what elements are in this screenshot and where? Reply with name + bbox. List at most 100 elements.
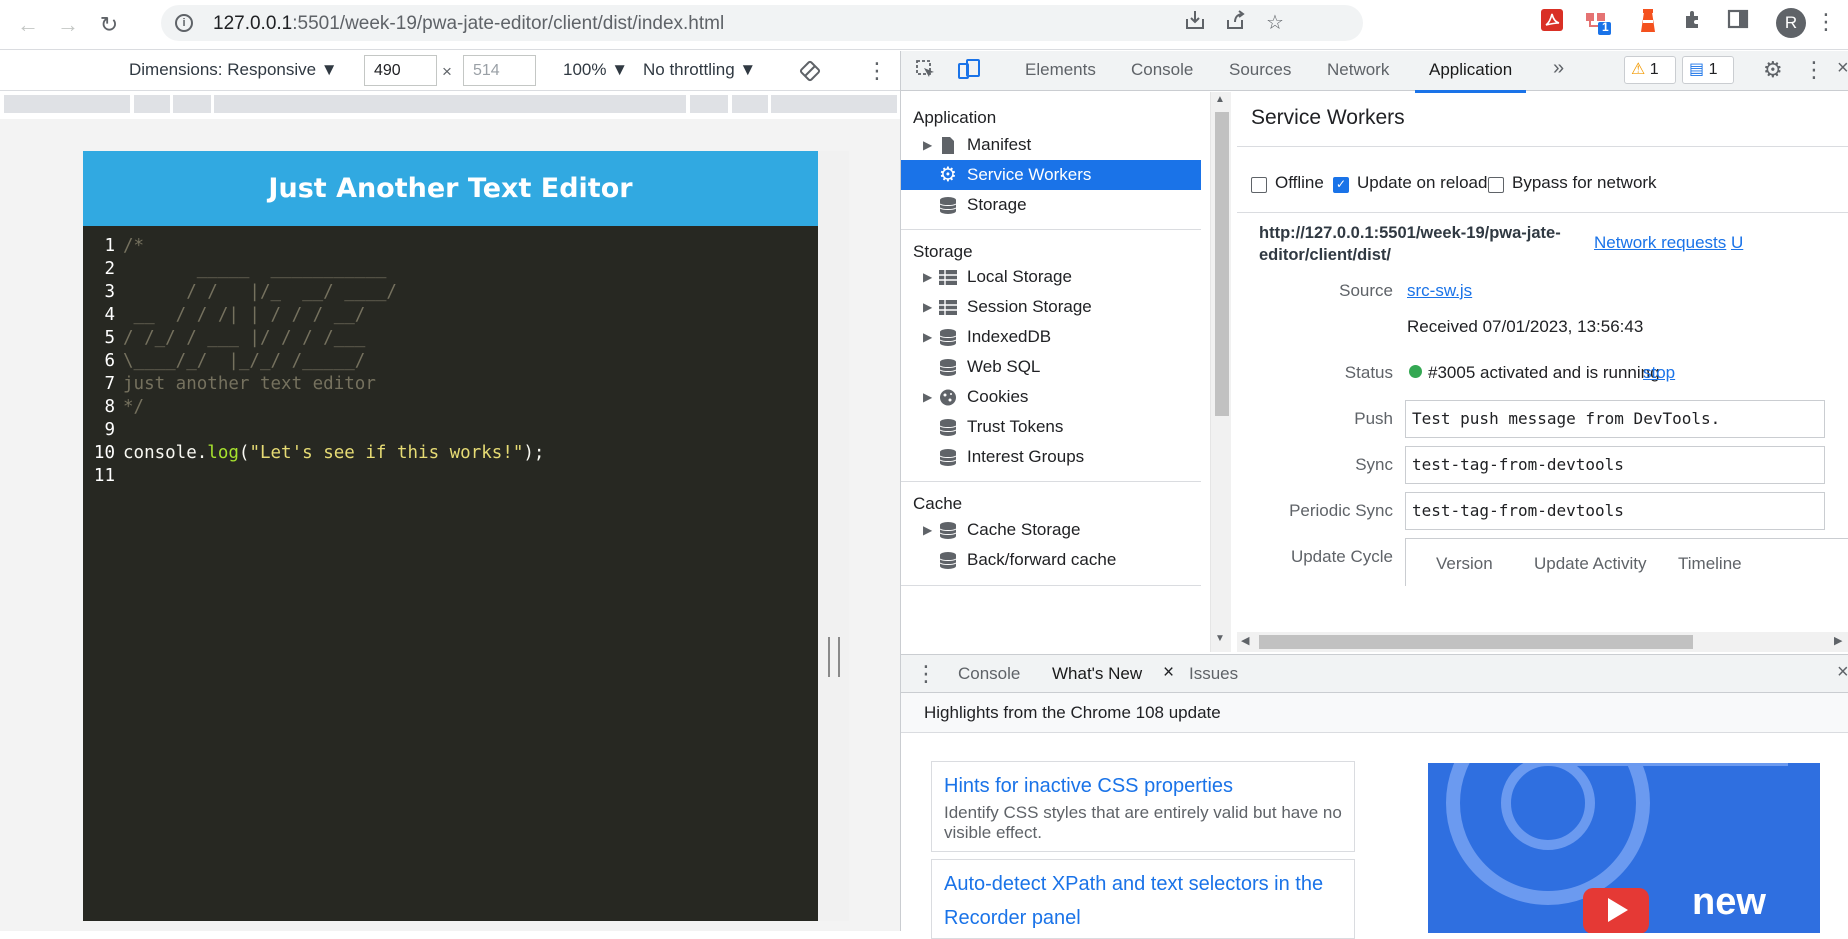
viewport-scrollbar[interactable] <box>818 151 849 921</box>
media-query-segment[interactable] <box>771 95 897 113</box>
profile-avatar[interactable]: R <box>1776 8 1806 38</box>
drawer-tab-whats-new[interactable]: What's New <box>1037 664 1157 697</box>
messages-badge[interactable]: ▤ 1 <box>1682 56 1734 84</box>
zoom-dropdown[interactable]: 100% ▼ <box>563 60 628 80</box>
viewport-width-input[interactable]: 490 <box>364 55 437 86</box>
code-line[interactable]: 8 */ <box>83 396 544 419</box>
tab-application[interactable]: Application <box>1414 60 1527 93</box>
url-text[interactable]: 127.0.0.1:5501/week-19/pwa-jate-editor/c… <box>213 13 724 35</box>
side-panel-icon[interactable] <box>1724 8 1752 36</box>
share-icon[interactable] <box>1221 9 1249 37</box>
media-query-segment[interactable] <box>173 95 211 113</box>
network-extension-icon[interactable]: 1 <box>1584 8 1612 36</box>
lighthouse-extension-icon[interactable] <box>1634 8 1662 36</box>
code-line[interactable]: 1 /* <box>83 235 544 258</box>
offline-checkbox[interactable] <box>1251 177 1267 193</box>
horizontal-scroll-thumb[interactable] <box>1259 635 1693 649</box>
scroll-down-arrow-icon[interactable]: ▼ <box>1215 633 1225 644</box>
stop-link[interactable]: stop <box>1643 363 1675 383</box>
sidebar-item-indexeddb[interactable]: ▶ IndexedDB <box>901 322 1201 352</box>
network-requests-link[interactable]: Network requests <box>1594 233 1726 253</box>
site-info-icon[interactable]: i <box>175 14 193 32</box>
scroll-right-arrow-icon[interactable]: ▶ <box>1834 634 1842 647</box>
reload-icon[interactable]: ↻ <box>95 11 123 39</box>
pane-horizontal-scrollbar[interactable]: ◀ ▶ <box>1237 632 1848 652</box>
source-link[interactable]: src-sw.js <box>1407 281 1472 301</box>
address-bar[interactable]: i 127.0.0.1:5501/week-19/pwa-jate-editor… <box>161 5 1363 41</box>
card-title-link[interactable]: Auto-detect XPath and text selectors in … <box>944 867 1342 935</box>
install-app-icon[interactable] <box>1181 9 1209 37</box>
code-line[interactable]: 11 <box>83 465 544 488</box>
viewport-resize-handle[interactable] <box>828 637 840 677</box>
sidebar-item-back-forward-cache[interactable]: Back/forward cache <box>901 545 1201 575</box>
sync-input[interactable]: test-tag-from-devtools <box>1405 446 1825 484</box>
expand-arrow-icon[interactable]: ▶ <box>923 515 932 545</box>
sidebar-item-cache-storage[interactable]: ▶ Cache Storage <box>901 515 1201 545</box>
code-line[interactable]: 7 just another text editor <box>83 373 544 396</box>
media-query-segment[interactable] <box>214 95 686 113</box>
whats-new-card[interactable]: Auto-detect XPath and text selectors in … <box>931 859 1355 939</box>
code-line[interactable]: 6 \____/_/ |_/_/ /_____/ <box>83 350 544 373</box>
tab-elements[interactable]: Elements <box>1025 60 1096 80</box>
scroll-left-arrow-icon[interactable]: ◀ <box>1241 634 1249 647</box>
forward-arrow-icon[interactable]: → <box>54 11 82 39</box>
tab-network[interactable]: Network <box>1327 60 1389 80</box>
more-tabs-icon[interactable]: » <box>1553 57 1564 80</box>
device-toolbar-more-icon[interactable]: ⋮ <box>866 58 888 84</box>
device-toggle-icon[interactable] <box>957 58 981 87</box>
drawer-menu-icon[interactable]: ⋮ <box>915 661 937 687</box>
code-line[interactable]: 3 / / |/_ __/ ____/ <box>83 281 544 304</box>
code-line[interactable]: 2 _____ ___________ <box>83 258 544 281</box>
sidebar-scrollbar[interactable]: ▲ ▼ <box>1210 92 1231 652</box>
sidebar-item-trust-tokens[interactable]: Trust Tokens <box>901 412 1201 442</box>
throttling-dropdown[interactable]: No throttling ▼ <box>643 60 756 80</box>
drawer-tab-close-icon[interactable]: × <box>1163 662 1174 684</box>
sidebar-scroll-thumb[interactable] <box>1215 112 1229 416</box>
expand-arrow-icon[interactable]: ▶ <box>923 130 932 160</box>
inspect-element-icon[interactable] <box>915 59 937 86</box>
devtools-more-icon[interactable]: ⋮ <box>1803 57 1825 83</box>
expand-arrow-icon[interactable]: ▶ <box>923 382 932 412</box>
bookmark-star-icon[interactable]: ☆ <box>1261 9 1289 37</box>
tab-sources[interactable]: Sources <box>1229 60 1291 80</box>
code-line[interactable]: 9 <box>83 419 544 442</box>
bypass-network-checkbox[interactable] <box>1488 177 1504 193</box>
sidebar-item-service-workers[interactable]: ⚙ Service Workers <box>901 160 1201 190</box>
whats-new-card[interactable]: Hints for inactive CSS properties Identi… <box>931 761 1355 852</box>
expand-arrow-icon[interactable]: ▶ <box>923 322 932 352</box>
drawer-close-icon[interactable]: × <box>1837 661 1848 684</box>
back-arrow-icon[interactable]: ← <box>14 11 42 39</box>
expand-arrow-icon[interactable]: ▶ <box>923 292 932 322</box>
media-query-segment[interactable] <box>690 95 728 113</box>
extensions-puzzle-icon[interactable] <box>1680 8 1708 36</box>
whats-new-video-thumbnail[interactable]: new <box>1428 763 1820 933</box>
rotate-icon[interactable] <box>798 59 822 88</box>
sidebar-item-web-sql[interactable]: Web SQL <box>901 352 1201 382</box>
sidebar-item-local-storage[interactable]: ▶ Local Storage <box>901 262 1201 292</box>
tab-console[interactable]: Console <box>1131 60 1193 80</box>
pdf-extension-icon[interactable] <box>1538 8 1566 36</box>
sidebar-item-storage-overview[interactable]: Storage <box>901 190 1201 220</box>
scroll-up-arrow-icon[interactable]: ▲ <box>1215 94 1225 105</box>
code-line[interactable]: 5 / /_/ / ___ |/ / / /___ <box>83 327 544 350</box>
dimensions-dropdown[interactable]: Dimensions: Responsive ▼ <box>129 60 338 80</box>
warnings-badge[interactable]: ⚠ 1 <box>1624 56 1676 84</box>
media-query-segment[interactable] <box>732 95 768 113</box>
drawer-tab-console[interactable]: Console <box>958 664 1020 684</box>
push-input[interactable]: Test push message from DevTools. <box>1405 400 1825 438</box>
viewport-height-input[interactable]: 514 <box>463 55 536 86</box>
periodic-sync-input[interactable]: test-tag-from-devtools <box>1405 492 1825 530</box>
drawer-tab-issues[interactable]: Issues <box>1189 664 1238 684</box>
sidebar-item-manifest[interactable]: ▶ Manifest <box>901 130 1201 160</box>
code-line[interactable]: 10 console.log("Let's see if this works!"… <box>83 442 545 465</box>
settings-gear-icon[interactable]: ⚙ <box>1763 59 1783 81</box>
expand-arrow-icon[interactable]: ▶ <box>923 262 932 292</box>
card-title-link[interactable]: Hints for inactive CSS properties <box>944 769 1342 803</box>
code-line[interactable]: 4 __ / / /| | / / / __/ <box>83 304 544 327</box>
sidebar-item-session-storage[interactable]: ▶ Session Storage <box>901 292 1201 322</box>
update-on-reload-checkbox[interactable]: ✓ <box>1333 177 1349 193</box>
unregister-link[interactable]: U <box>1731 233 1743 253</box>
code-editor[interactable]: 1/* 2 _____ ___________ 3 / / |/_ __/ ____… <box>83 235 545 488</box>
browser-menu-icon[interactable]: ⋮ <box>1812 8 1840 36</box>
media-query-segment[interactable] <box>4 95 130 113</box>
